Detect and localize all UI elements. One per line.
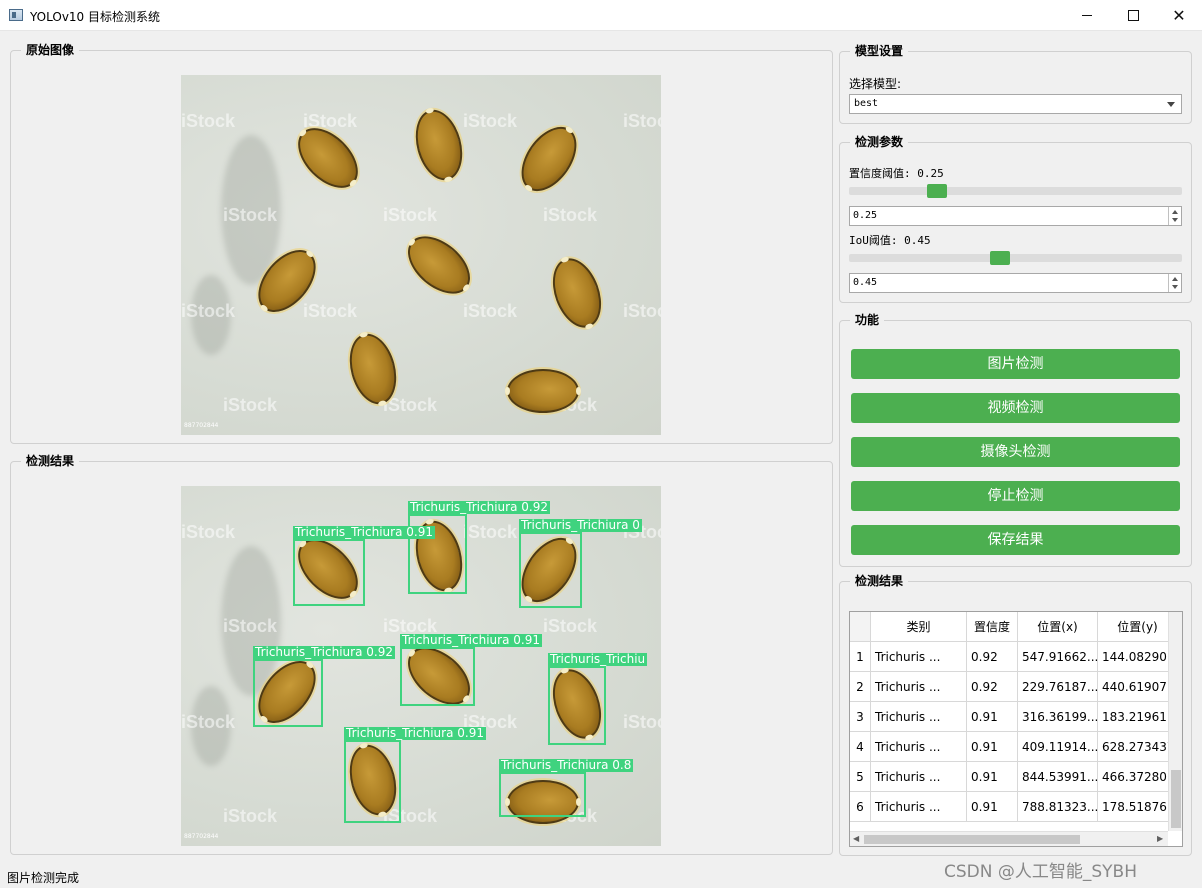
scroll-left-icon[interactable]: ◀ xyxy=(853,834,859,843)
row-number[interactable]: 1 xyxy=(850,642,871,672)
detection-image: iStock iStock iStock iStock iStock iStoc… xyxy=(181,486,661,846)
column-header-x[interactable]: 位置(x) xyxy=(1018,612,1098,642)
table-cell[interactable]: Trichuris ... xyxy=(871,732,967,762)
stop-detect-button[interactable]: 停止检测 xyxy=(851,481,1180,511)
row-number[interactable]: 6 xyxy=(850,792,871,822)
detection-box xyxy=(499,772,586,817)
table-cell[interactable]: 844.53991... xyxy=(1018,762,1098,792)
image-detect-button[interactable]: 图片检测 xyxy=(851,349,1180,379)
close-button[interactable]: ✕ xyxy=(1156,0,1202,31)
results-table[interactable]: 类别 置信度 位置(x) 位置(y) 1 Trichuris ... 0.92 … xyxy=(849,611,1183,847)
iou-slider-handle[interactable] xyxy=(989,251,1010,265)
table-cell[interactable]: 466.37280... xyxy=(1098,762,1178,792)
detection-box xyxy=(519,532,582,608)
detection-box xyxy=(253,659,323,727)
table-cell[interactable]: 144.08290... xyxy=(1098,642,1178,672)
table-cell[interactable]: Trichuris ... xyxy=(871,792,967,822)
model-select-value: best xyxy=(854,98,879,109)
detection-params-title: 检测参数 xyxy=(850,135,909,150)
minimize-button[interactable] xyxy=(1064,0,1110,31)
column-header-confidence[interactable]: 置信度 xyxy=(967,612,1018,642)
model-settings-title: 模型设置 xyxy=(850,44,909,59)
results-title: 检测结果 xyxy=(850,574,909,589)
row-number[interactable]: 2 xyxy=(850,672,871,702)
detection-label: Trichuris_Trichiura 0.92 xyxy=(408,500,550,514)
table-cell[interactable]: 183.21961... xyxy=(1098,702,1178,732)
row-number[interactable]: 5 xyxy=(850,762,871,792)
table-vertical-scrollbar[interactable] xyxy=(1168,612,1182,831)
table-cell[interactable]: 0.91 xyxy=(967,732,1018,762)
row-number[interactable]: 4 xyxy=(850,732,871,762)
table-cell[interactable]: 0.91 xyxy=(967,702,1018,732)
detection-label: Trichuris_Trichiu xyxy=(548,652,648,666)
table-cell[interactable]: 409.11914... xyxy=(1018,732,1098,762)
detection-box xyxy=(344,740,401,823)
functions-title: 功能 xyxy=(850,313,885,328)
iou-label: IoU阈值: 0.45 xyxy=(849,234,931,247)
maximize-button[interactable] xyxy=(1110,0,1156,31)
iou-spinbox[interactable]: 0.45 xyxy=(849,273,1182,293)
iou-spinbox-value: 0.45 xyxy=(853,277,878,288)
confidence-spinbox-value: 0.25 xyxy=(853,210,878,221)
confidence-slider-handle[interactable] xyxy=(927,184,948,198)
table-cell[interactable]: 0.91 xyxy=(967,792,1018,822)
detection-label: Trichuris_Trichiura 0 xyxy=(519,518,642,532)
model-select-label: 选择模型: xyxy=(849,77,902,91)
column-header-class[interactable]: 类别 xyxy=(871,612,967,642)
spin-arrows-icon[interactable] xyxy=(1168,207,1181,225)
detection-label: Trichuris_Trichiura 0.91 xyxy=(400,633,542,647)
table-cell[interactable]: Trichuris ... xyxy=(871,642,967,672)
table-cell[interactable]: 0.92 xyxy=(967,642,1018,672)
table-cell[interactable]: Trichuris ... xyxy=(871,702,967,732)
table-cell[interactable]: 316.36199... xyxy=(1018,702,1098,732)
original-image-title: 原始图像 xyxy=(21,43,80,58)
scrollbar-thumb[interactable] xyxy=(1171,770,1181,828)
window-title: YOLOv10 目标检测系统 xyxy=(30,10,161,24)
table-corner xyxy=(850,612,871,642)
detection-box xyxy=(548,666,606,745)
scroll-right-icon[interactable]: ▶ xyxy=(1157,834,1163,843)
table-horizontal-scrollbar[interactable]: ◀ ▶ xyxy=(850,831,1168,846)
title-bar: YOLOv10 目标检测系统 ✕ xyxy=(0,0,1202,31)
column-header-y[interactable]: 位置(y) xyxy=(1098,612,1178,642)
detection-image-title: 检测结果 xyxy=(21,454,80,469)
camera-detect-button[interactable]: 摄像头检测 xyxy=(851,437,1180,467)
detection-label: Trichuris_Trichiura 0.91 xyxy=(344,726,486,740)
table-cell[interactable]: Trichuris ... xyxy=(871,762,967,792)
confidence-spinbox[interactable]: 0.25 xyxy=(849,206,1182,226)
detection-box xyxy=(293,539,365,606)
table-cell[interactable]: 178.51876... xyxy=(1098,792,1178,822)
csdn-watermark: CSDN @人工智能_SYBH xyxy=(944,862,1137,882)
scrollbar-thumb[interactable] xyxy=(864,835,1080,844)
save-result-button[interactable]: 保存结果 xyxy=(851,525,1180,555)
table-cell[interactable]: 440.61907... xyxy=(1098,672,1178,702)
table-cell[interactable]: 628.273437 xyxy=(1098,732,1178,762)
original-image: iStock iStock iStock iStock iStock iStoc… xyxy=(181,75,661,435)
video-detect-button[interactable]: 视频检测 xyxy=(851,393,1180,423)
chevron-down-icon xyxy=(1167,102,1175,107)
confidence-slider[interactable] xyxy=(849,187,1182,195)
confidence-label: 置信度阈值: 0.25 xyxy=(849,167,944,180)
row-number[interactable]: 3 xyxy=(850,702,871,732)
table-cell[interactable]: 0.91 xyxy=(967,762,1018,792)
spin-arrows-icon[interactable] xyxy=(1168,274,1181,292)
table-cell[interactable]: Trichuris ... xyxy=(871,672,967,702)
table-cell[interactable]: 229.76187... xyxy=(1018,672,1098,702)
detection-label: Trichuris_Trichiura 0.8 xyxy=(499,758,634,772)
status-text: 图片检测完成 xyxy=(7,871,80,885)
table-cell[interactable]: 0.92 xyxy=(967,672,1018,702)
detection-label: Trichuris_Trichiura 0.91 xyxy=(293,525,435,539)
model-select[interactable]: best xyxy=(849,94,1182,114)
app-icon xyxy=(9,9,23,21)
detection-label: Trichuris_Trichiura 0.92 xyxy=(253,645,395,659)
table-cell[interactable]: 547.91662... xyxy=(1018,642,1098,672)
table-cell[interactable]: 788.81323... xyxy=(1018,792,1098,822)
iou-slider[interactable] xyxy=(849,254,1182,262)
detection-box xyxy=(400,647,475,706)
